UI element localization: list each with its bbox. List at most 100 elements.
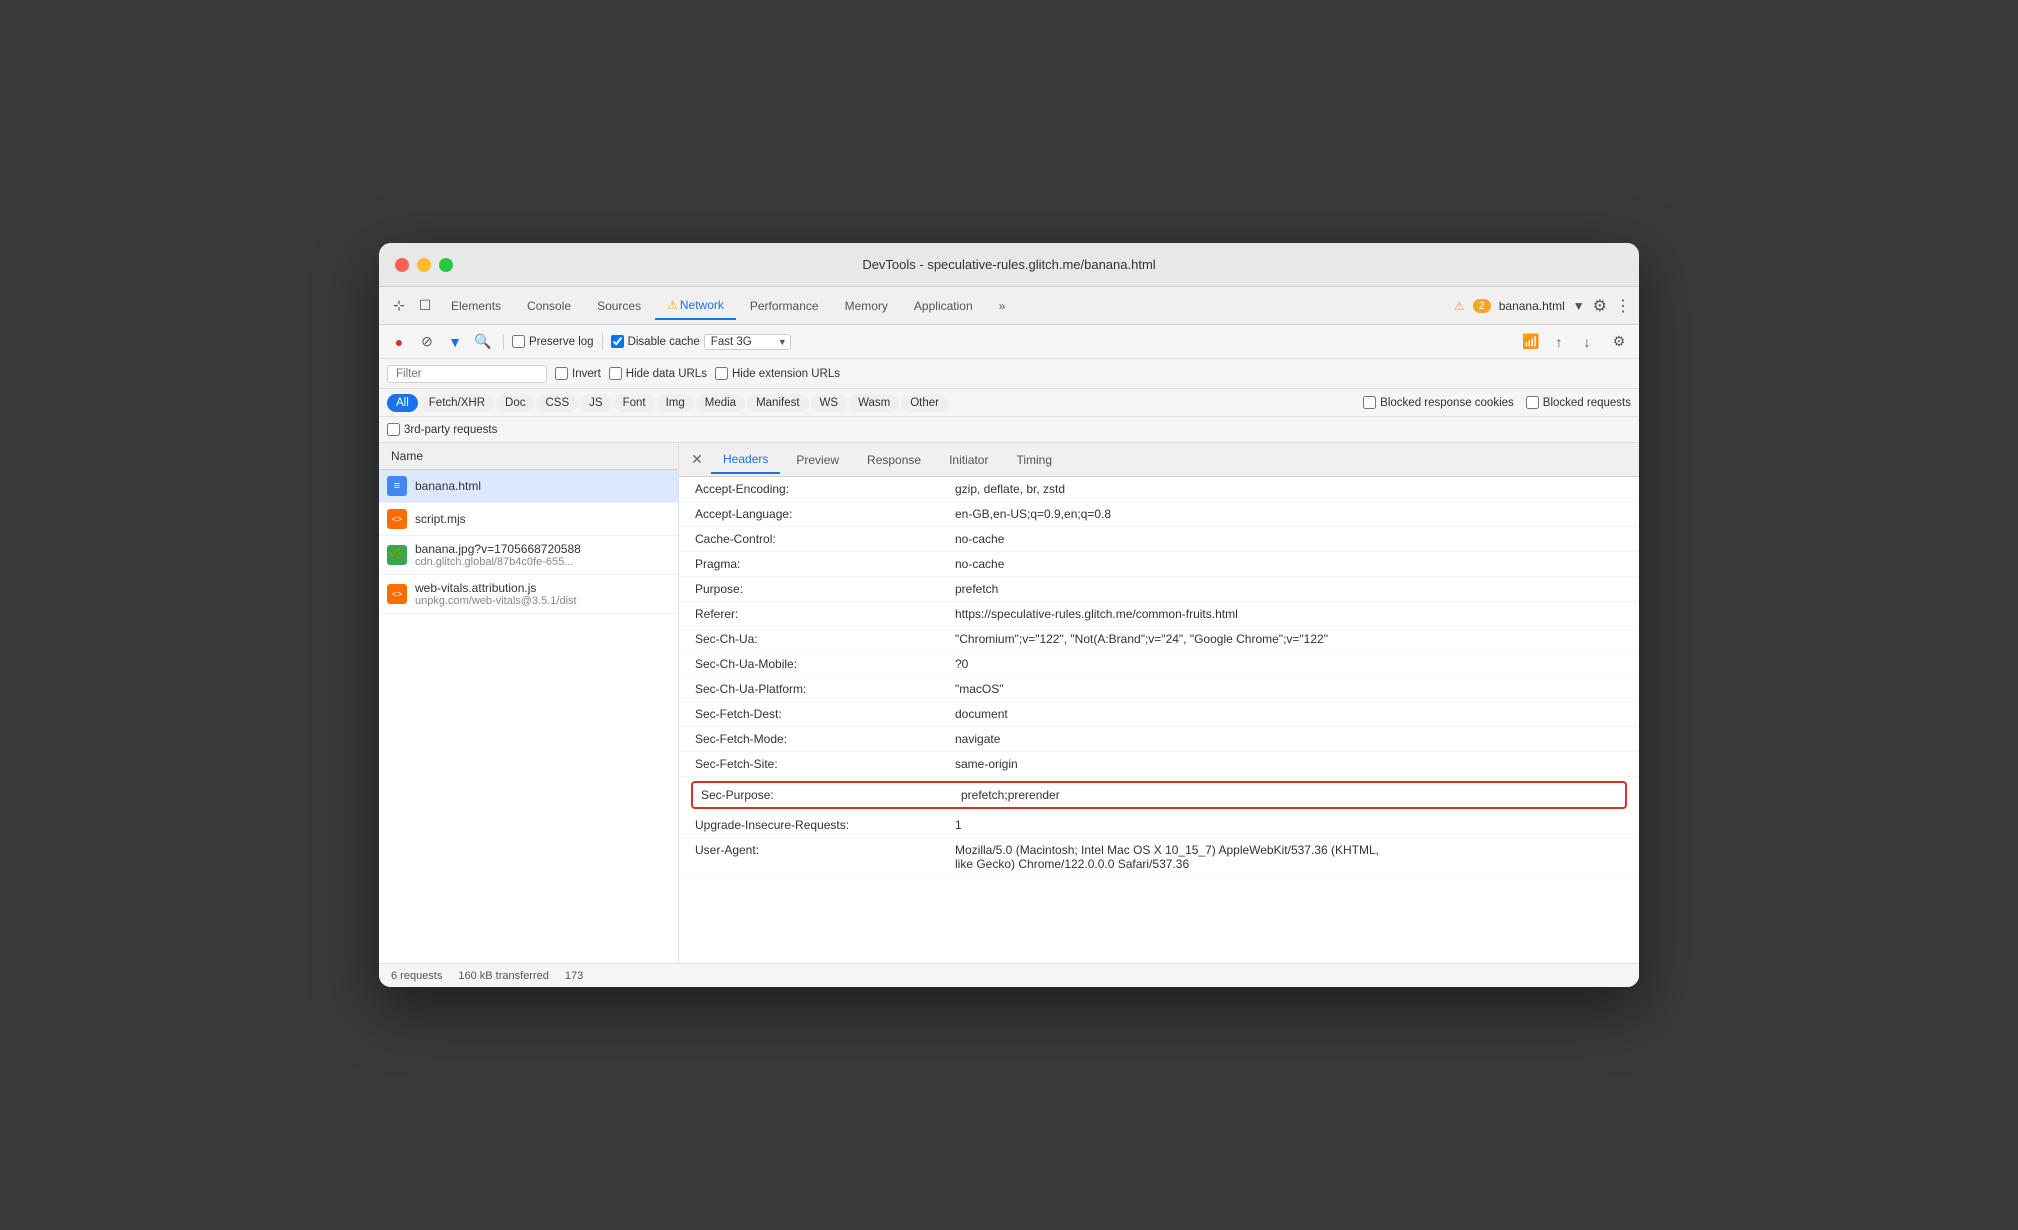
type-btn-all[interactable]: All [387,394,418,412]
tab-application[interactable]: Application [902,293,985,319]
tab-initiator[interactable]: Initiator [937,447,1000,473]
more-dots-icon[interactable]: ⋮ [1615,296,1631,316]
devtools-window: DevTools - speculative-rules.glitch.me/b… [379,243,1639,987]
tab-elements[interactable]: Elements [439,293,513,319]
header-row-sec-purpose-highlighted: Sec-Purpose: prefetch;prerender [691,781,1627,809]
hide-data-urls-checkbox[interactable] [609,367,622,380]
tab-headers[interactable]: Headers [711,446,780,474]
type-btn-manifest[interactable]: Manifest [747,394,808,412]
tab-response[interactable]: Response [855,447,933,473]
disable-cache-text: Disable cache [628,336,700,348]
type-btn-doc[interactable]: Doc [496,394,534,412]
disable-cache-label[interactable]: Disable cache [611,335,700,348]
sec-fetch-mode-name: Sec-Fetch-Mode: [695,732,955,746]
hide-extension-urls-text: Hide extension URLs [732,368,840,380]
third-party-label[interactable]: 3rd-party requests [387,423,497,436]
warning-count[interactable]: 2 [1473,299,1491,313]
status-bar: 6 requests 160 kB transferred 173 [379,963,1639,987]
tab-sources[interactable]: Sources [585,293,653,319]
sec-ch-ua-mobile-name: Sec-Ch-Ua-Mobile: [695,657,955,671]
clear-button[interactable]: ⊘ [415,330,439,354]
type-btn-other[interactable]: Other [901,394,948,412]
toolbar: ● ⊘ ▼ 🔍 Preserve log Disable cache Fast … [379,325,1639,359]
banana-jpg-sub: cdn.glitch.global/87b4c0fe-655... [415,556,581,568]
third-party-checkbox[interactable] [387,423,400,436]
blocked-requests-text: Blocked requests [1543,397,1631,409]
devtools-body: ⊹ ☐ Elements Console Sources ⚠Network Pe… [379,287,1639,987]
tab-memory[interactable]: Memory [833,293,900,319]
hide-data-urls-label[interactable]: Hide data URLs [609,367,707,380]
type-btn-css[interactable]: CSS [536,394,578,412]
sec-ch-ua-platform-name: Sec-Ch-Ua-Platform: [695,682,955,696]
toolbar-right: 📶 ↑ ↓ ⚙ [1519,330,1631,354]
current-page-label[interactable]: banana.html [1499,299,1565,313]
gear-icon[interactable]: ⚙ [1593,296,1607,316]
header-row-upgrade-insecure: Upgrade-Insecure-Requests: 1 [679,813,1639,838]
blocked-requests-checkbox[interactable] [1526,396,1539,409]
filter-input[interactable] [387,365,547,383]
header-row-sec-fetch-dest: Sec-Fetch-Dest: document [679,702,1639,727]
request-item-banana-jpg[interactable]: 🌿 banana.jpg?v=1705668720588 cdn.glitch.… [379,536,678,575]
maximize-button[interactable] [439,258,453,272]
disable-cache-checkbox[interactable] [611,335,624,348]
type-btn-img[interactable]: Img [657,394,694,412]
sec-fetch-site-name: Sec-Fetch-Site: [695,757,955,771]
request-item-script-mjs[interactable]: <> script.mjs [379,503,678,536]
tab-console[interactable]: Console [515,293,583,319]
web-vitals-icon: <> [387,584,407,604]
throttle-select[interactable]: Fast 3G No throttling Slow 3G Offline [704,334,791,350]
hide-extension-urls-label[interactable]: Hide extension URLs [715,367,840,380]
tab-more[interactable]: » [987,293,1018,319]
stop-recording-button[interactable]: ● [387,330,411,354]
web-vitals-name: web-vitals.attribution.js [415,581,577,595]
name-column-header: Name [379,443,678,470]
close-button[interactable] [395,258,409,272]
type-btn-media[interactable]: Media [696,394,745,412]
header-row-sec-fetch-mode: Sec-Fetch-Mode: navigate [679,727,1639,752]
type-btn-fetch-xhr[interactable]: Fetch/XHR [420,394,494,412]
invert-label[interactable]: Invert [555,367,601,380]
requests-count: 6 requests [391,970,442,982]
type-btn-wasm[interactable]: Wasm [849,394,899,412]
tab-preview[interactable]: Preview [784,447,851,473]
hide-extension-urls-checkbox[interactable] [715,367,728,380]
cursor-icon[interactable]: ⊹ [387,294,411,318]
preserve-log-label[interactable]: Preserve log [512,335,594,348]
headers-tabs: ✕ Headers Preview Response Initiator Tim… [679,443,1639,477]
tab-network[interactable]: ⚠Network [655,292,736,320]
header-row-pragma: Pragma: no-cache [679,552,1639,577]
network-warning-icon: ⚠ [667,298,678,312]
sec-ch-ua-value: "Chromium";v="122", "Not(A:Brand";v="24"… [955,632,1328,646]
invert-checkbox[interactable] [555,367,568,380]
search-button[interactable]: 🔍 [471,330,495,354]
type-btn-js[interactable]: JS [580,394,611,412]
request-item-banana-html[interactable]: ≡ banana.html [379,470,678,503]
header-row-referer: Referer: https://speculative-rules.glitc… [679,602,1639,627]
minimize-button[interactable] [417,258,431,272]
separator-2 [602,334,603,350]
page-dropdown-arrow[interactable]: ▼ [1573,299,1585,313]
close-panel-button[interactable]: ✕ [687,450,707,470]
request-item-web-vitals[interactable]: <> web-vitals.attribution.js unpkg.com/w… [379,575,678,614]
accept-language-value: en-GB,en-US;q=0.9,en;q=0.8 [955,507,1111,521]
download-icon[interactable]: ↓ [1575,330,1599,354]
wifi-icon[interactable]: 📶 [1519,330,1543,354]
blocked-response-cookies-checkbox[interactable] [1363,396,1376,409]
throttle-wrapper: Fast 3G No throttling Slow 3G Offline ▼ [704,334,791,350]
filter-button[interactable]: ▼ [443,330,467,354]
header-row-user-agent: User-Agent: Mozilla/5.0 (Macintosh; Inte… [679,838,1639,877]
purpose-name: Purpose: [695,582,955,596]
type-btn-ws[interactable]: WS [811,394,848,412]
blocked-requests-label[interactable]: Blocked requests [1526,396,1631,409]
preserve-log-checkbox[interactable] [512,335,525,348]
tab-timing[interactable]: Timing [1004,447,1064,473]
upload-icon[interactable]: ↑ [1547,330,1571,354]
tab-performance[interactable]: Performance [738,293,831,319]
blocked-response-cookies-label[interactable]: Blocked response cookies [1363,396,1514,409]
filter-row: Invert Hide data URLs Hide extension URL… [379,359,1639,389]
device-icon[interactable]: ☐ [413,294,437,318]
type-btn-font[interactable]: Font [614,394,655,412]
upgrade-insecure-name: Upgrade-Insecure-Requests: [695,818,955,832]
third-party-text: 3rd-party requests [404,424,497,436]
settings-icon[interactable]: ⚙ [1607,330,1631,354]
